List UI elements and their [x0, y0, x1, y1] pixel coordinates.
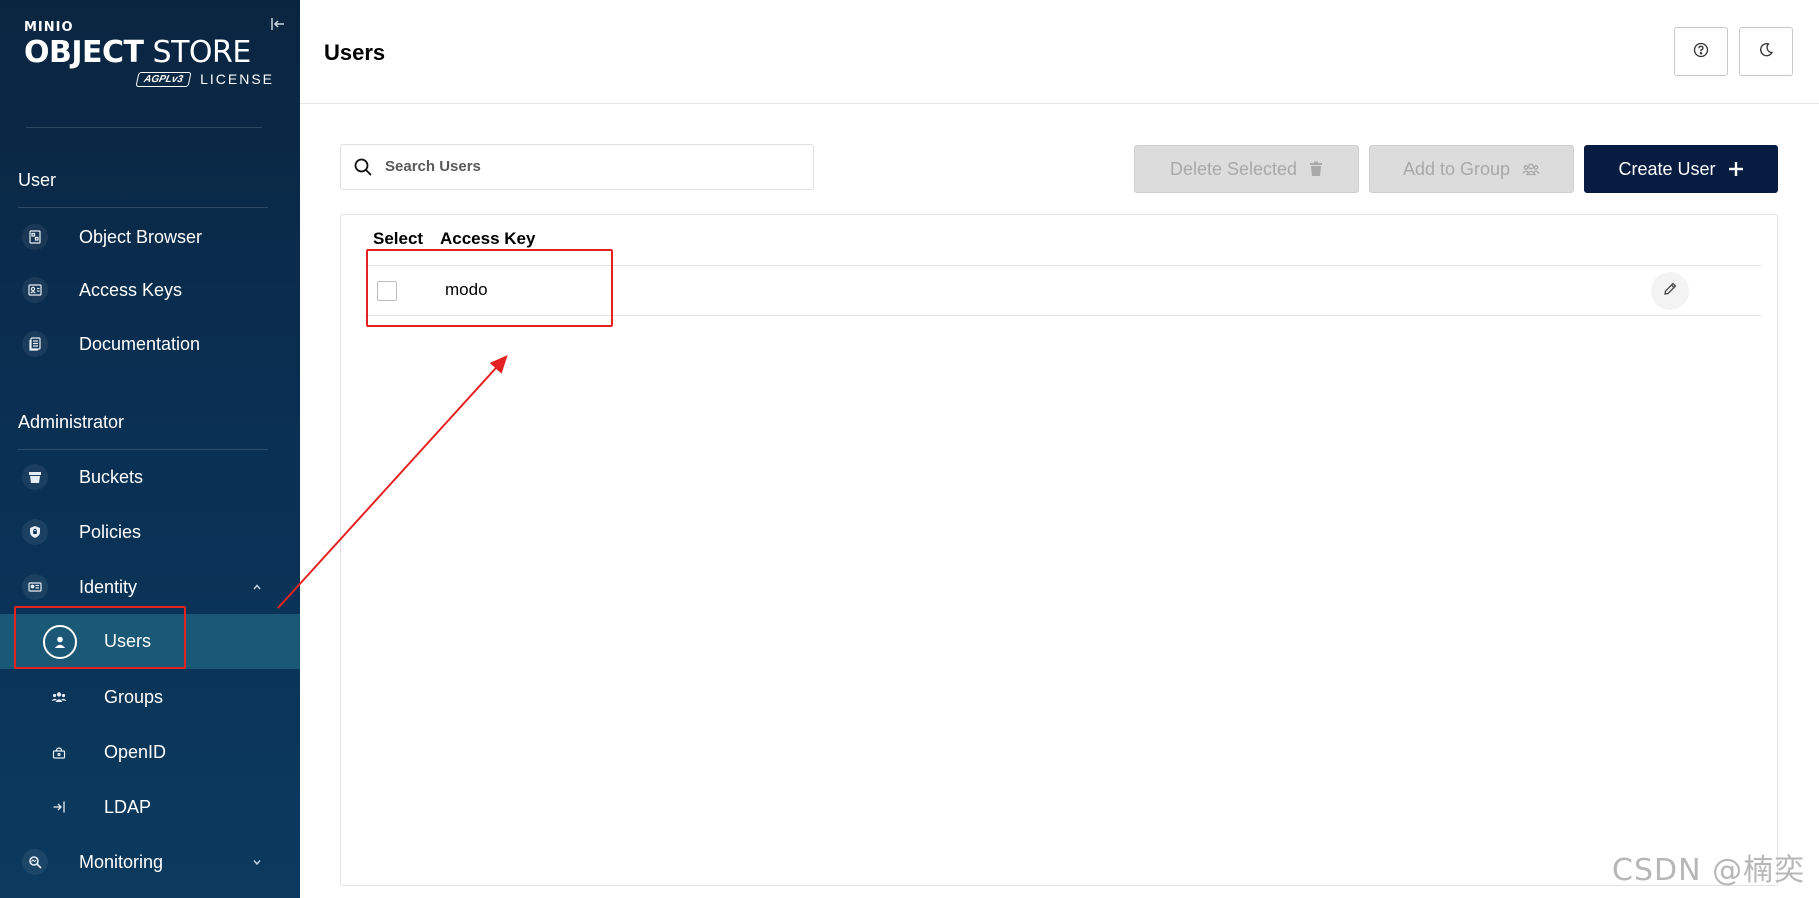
dark-mode-toggle[interactable]: [1739, 27, 1793, 76]
chevron-down-icon[interactable]: [252, 855, 262, 869]
groups-icon: [46, 684, 72, 710]
column-header-access-key: Access Key: [440, 229, 536, 248]
object-browser-icon: [22, 224, 48, 250]
pencil-icon: [1662, 281, 1678, 302]
sidebar-item-label: Monitoring: [79, 851, 164, 872]
logo-brand: MINIO: [24, 20, 74, 35]
section-title-administrator: Administrator: [18, 412, 125, 432]
help-icon: [1693, 42, 1709, 62]
sidebar-item-label: Users: [104, 631, 152, 651]
sidebar-item-label: Policies: [79, 521, 142, 542]
sidebar-item-buckets[interactable]: Buckets: [0, 451, 300, 503]
sidebar-item-users[interactable]: Users: [0, 614, 300, 669]
moon-icon: [1758, 42, 1774, 62]
search-users-box[interactable]: [340, 144, 814, 190]
sidebar-item-label: Object Browser: [79, 226, 203, 247]
sidebar-item-identity[interactable]: Identity: [0, 561, 300, 613]
page-header: Users: [300, 0, 1819, 104]
section-title-user: User: [18, 170, 57, 190]
table-row-divider: [365, 315, 1761, 316]
sidebar-item-label: OpenID: [104, 741, 167, 762]
sidebar-item-groups[interactable]: Groups: [0, 671, 300, 723]
add-to-group-button[interactable]: Add to Group: [1369, 145, 1574, 193]
row-select-checkbox[interactable]: [377, 281, 397, 301]
help-button[interactable]: [1674, 27, 1728, 76]
agpl-badge: AGPLv3: [135, 71, 192, 87]
access-key-cell: modo: [445, 280, 488, 299]
delete-selected-label: Delete Selected: [1169, 158, 1298, 179]
sidebar-item-label: Identity: [79, 576, 138, 597]
section-divider: [18, 449, 268, 450]
minio-logo: MINIO OBJECT STORE AGPLv3 LICENSE: [24, 20, 274, 100]
logo-divider: [26, 127, 262, 128]
users-table: Select Access Key modo: [340, 214, 1778, 886]
sidebar-item-ldap[interactable]: LDAP: [0, 781, 300, 833]
monitoring-icon: [22, 849, 48, 875]
buckets-icon: [22, 464, 48, 490]
ldap-icon: [46, 794, 72, 820]
sidebar-item-label: Groups: [104, 686, 164, 707]
logo-license: LICENSE: [200, 71, 274, 87]
sidebar-item-openid[interactable]: OpenID: [0, 726, 300, 778]
access-keys-icon: [22, 277, 48, 303]
add-to-group-label: Add to Group: [1402, 158, 1511, 179]
user-icon: [43, 624, 77, 659]
search-icon: [353, 157, 373, 177]
search-input[interactable]: [385, 153, 805, 181]
trash-icon: [1309, 161, 1323, 177]
sidebar-item-label: Buckets: [79, 466, 144, 487]
table-row[interactable]: modo: [365, 266, 1761, 315]
edit-user-button[interactable]: [1651, 272, 1689, 310]
groups-icon: [1522, 162, 1540, 176]
page-title: Users: [324, 40, 386, 65]
sidebar: MINIO OBJECT STORE AGPLv3 LICENSE User O…: [0, 0, 300, 898]
plus-icon: [1728, 161, 1744, 177]
delete-selected-button[interactable]: Delete Selected: [1134, 145, 1359, 193]
create-user-label: Create User: [1618, 158, 1716, 179]
column-header-select: Select: [373, 229, 424, 248]
sidebar-item-policies[interactable]: Policies: [0, 506, 300, 558]
create-user-button[interactable]: Create User: [1584, 145, 1778, 193]
logo-title: OBJECT STORE: [24, 35, 251, 70]
sidebar-item-access-keys[interactable]: Access Keys: [0, 264, 300, 316]
watermark: CSDN @楠奕: [1612, 853, 1806, 888]
policies-icon: [22, 519, 48, 545]
sidebar-item-monitoring[interactable]: Monitoring: [0, 836, 300, 888]
sidebar-item-label: Documentation: [79, 333, 201, 354]
sidebar-item-object-browser[interactable]: Object Browser: [0, 211, 300, 263]
chevron-up-icon[interactable]: [252, 580, 262, 594]
section-divider: [18, 207, 268, 208]
openid-icon: [46, 739, 72, 765]
sidebar-item-label: Access Keys: [79, 279, 183, 300]
documentation-icon: [22, 331, 48, 357]
identity-icon: [22, 574, 48, 600]
sidebar-item-documentation[interactable]: Documentation: [0, 318, 300, 370]
sidebar-item-label: LDAP: [104, 796, 152, 817]
